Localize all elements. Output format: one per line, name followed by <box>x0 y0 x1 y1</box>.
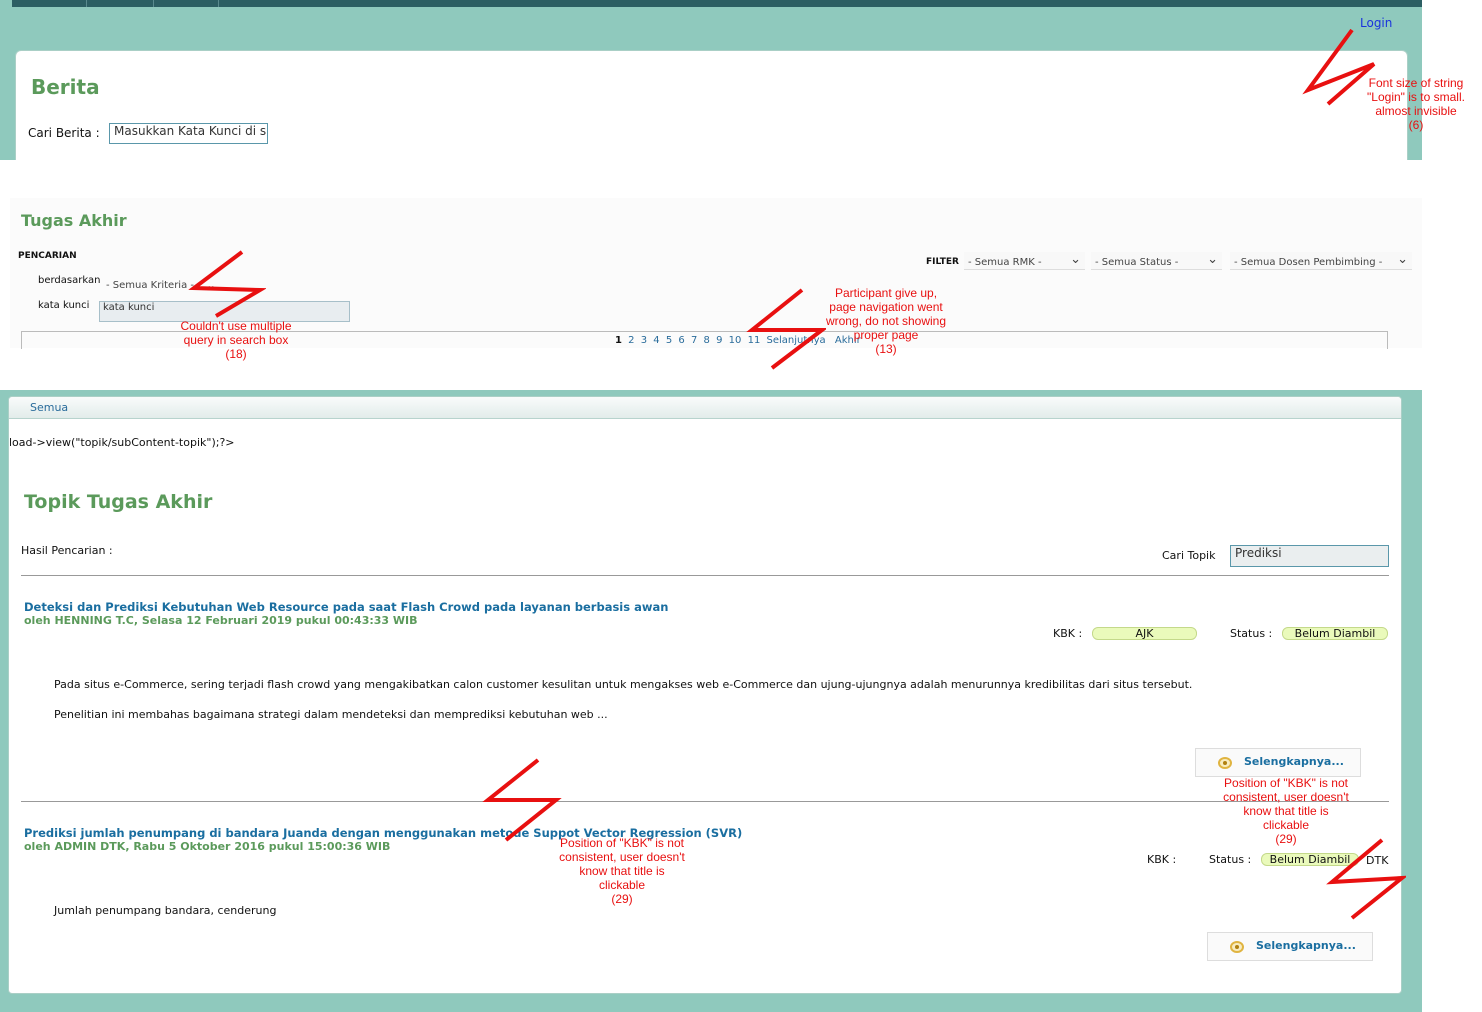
php-leak-text: load->view("topik/subContent-topik");?> <box>9 436 235 449</box>
page-link[interactable]: 5 <box>666 335 672 346</box>
status-filter-select[interactable]: - Semua Status - ⌄ <box>1091 252 1222 270</box>
topic-paragraph: Pada situs e-Commerce, sering terjadi fl… <box>54 678 1193 691</box>
topic-meta: oleh ADMIN DTK, Rabu 5 Oktober 2016 puku… <box>24 840 391 853</box>
chevron-down-icon: ⌄ <box>1397 252 1408 267</box>
topic-paragraph: Penelitian ini membahas bagaimana strate… <box>54 708 608 721</box>
page-link[interactable]: 10 <box>729 335 742 346</box>
page-link[interactable]: 7 <box>691 335 697 346</box>
annotation-mark <box>482 758 562 842</box>
status-filter-value: - Semua Status - <box>1095 257 1179 268</box>
annotation-mark <box>1326 838 1406 920</box>
berdasarkan-label: berdasarkan <box>38 275 101 286</box>
dosen-filter-value: - Semua Dosen Pembimbing - <box>1234 257 1383 268</box>
page-link[interactable]: 3 <box>641 335 647 346</box>
nav-divider <box>86 0 87 7</box>
kbk-label: KBK : <box>1053 627 1083 640</box>
chevron-down-icon: ⌄ <box>1207 252 1218 267</box>
page-link[interactable]: 6 <box>678 335 684 346</box>
annotation-mark <box>746 288 826 370</box>
selengkapnya-button[interactable]: Selengkapnya... <box>1207 932 1373 961</box>
eye-icon <box>1218 757 1232 769</box>
selengkapnya-label: Selengkapnya... <box>1256 939 1356 952</box>
kbk-label: KBK : <box>1147 853 1177 866</box>
status-label: Status : <box>1209 853 1252 866</box>
annotation-note: Couldn't use multiple query in search bo… <box>180 319 292 361</box>
status-badge: Belum Diambil <box>1282 627 1388 640</box>
page-current: 1 <box>615 335 622 346</box>
dosen-filter-select[interactable]: - Semua Dosen Pembimbing - ⌄ <box>1230 252 1412 270</box>
selengkapnya-button[interactable]: Selengkapnya... <box>1195 748 1361 777</box>
tab-semua[interactable]: Semua <box>30 401 68 414</box>
pencarian-label: PENCARIAN <box>18 251 77 261</box>
cari-topik-label: Cari Topik <box>1162 549 1216 562</box>
page-link[interactable]: 9 <box>716 335 722 346</box>
nav-divider <box>153 0 154 7</box>
page-title: Topik Tugas Akhir <box>24 491 213 513</box>
filter-label: FILTER <box>926 257 959 267</box>
cari-berita-input[interactable]: Masukkan Kata Kunci di sin <box>109 123 268 144</box>
rmk-filter-select[interactable]: - Semua RMK - ⌄ <box>964 252 1085 270</box>
eye-icon <box>1230 941 1244 953</box>
section-title: Tugas Akhir <box>21 211 127 230</box>
cari-topik-input[interactable]: Prediksi <box>1230 545 1389 567</box>
annotation-mark <box>188 250 266 318</box>
annotation-note: Position of "KBK" is not consistent, use… <box>559 836 685 906</box>
divider <box>21 801 1389 802</box>
page-link[interactable]: 2 <box>628 335 634 346</box>
selengkapnya-label: Selengkapnya... <box>1244 755 1344 768</box>
kbk-badge: AJK <box>1092 627 1197 640</box>
chevron-down-icon: ⌄ <box>1070 252 1081 267</box>
page-title: Berita <box>31 75 100 99</box>
page-link[interactable]: 4 <box>653 335 659 346</box>
annotation-note: Font size of string "Login" is to small.… <box>1367 76 1465 132</box>
kata-kunci-label: kata kunci <box>38 300 90 311</box>
topic-meta: oleh HENNING T.C, Selasa 12 Februari 201… <box>24 614 418 627</box>
annotation-note: Participant give up, page navigation wen… <box>825 286 947 356</box>
topic-paragraph: Jumlah penumpang bandara, cenderung <box>54 904 277 917</box>
divider <box>21 575 1389 576</box>
status-label: Status : <box>1230 627 1273 640</box>
page-link[interactable]: 8 <box>704 335 710 346</box>
cari-berita-label: Cari Berita : <box>28 126 100 140</box>
rmk-filter-value: - Semua RMK - <box>968 257 1042 268</box>
topic-title-link[interactable]: Deteksi dan Prediksi Kebutuhan Web Resou… <box>24 600 668 614</box>
nav-divider <box>218 0 219 7</box>
tab-bar <box>9 397 1401 419</box>
kriteria-select[interactable]: - Semua Kriteria - <box>106 280 194 291</box>
top-nav-bar <box>12 0 1422 7</box>
hasil-pencarian-label: Hasil Pencarian : <box>21 544 113 557</box>
